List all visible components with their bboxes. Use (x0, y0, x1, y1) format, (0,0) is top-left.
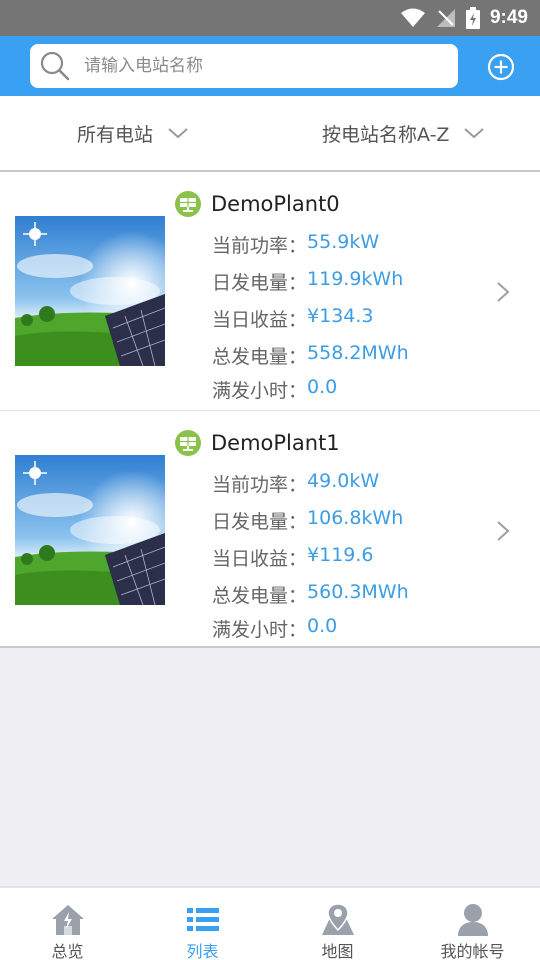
total-energy-label: 总发电量： (212, 585, 308, 607)
daily-energy-row: 日发电量： 106.8kWh (212, 507, 403, 534)
wifi-icon (400, 8, 425, 27)
nav-account[interactable]: 我的帐号 (405, 888, 540, 960)
current-power-row: 当前功率： 55.9kW (212, 231, 379, 258)
filter-sort-label: 按电站名称A-Z (322, 123, 450, 146)
daily-income-row: 当日收益： ¥119.6 (212, 544, 374, 571)
daily-energy-label: 日发电量： (212, 511, 308, 533)
home-icon (51, 905, 84, 935)
full-hours-label: 满发小时： (212, 380, 308, 402)
solar-panel-icon (175, 191, 201, 217)
daily-income-label: 当日收益： (212, 548, 308, 570)
bottom-nav: 总览 列表 地图 我的帐号 (0, 886, 540, 960)
current-power-value: 49.0kW (307, 470, 380, 492)
battery-icon (465, 7, 480, 29)
nav-map[interactable]: 地图 (270, 888, 405, 960)
nav-list-label: 列表 (186, 942, 219, 960)
nav-account-label: 我的帐号 (440, 942, 505, 960)
add-plant-button[interactable] (486, 52, 516, 82)
plant-title: DemoPlant0 (174, 190, 340, 218)
total-energy-label: 总发电量： (212, 346, 308, 368)
chevron-down-icon (168, 128, 188, 139)
signal-icon (436, 9, 455, 27)
nav-overview-label: 总览 (51, 942, 84, 960)
plant-list-item[interactable]: DemoPlant1 当前功率： 49.0kW 日发电量： 106.8kWh 当… (0, 410, 540, 648)
daily-income-value: ¥134.3 (307, 305, 374, 327)
current-power-row: 当前功率： 49.0kW (212, 470, 379, 497)
status-bar: 9:49 (0, 0, 540, 36)
nav-map-label: 地图 (321, 942, 354, 960)
daily-income-row: 当日收益： ¥134.3 (212, 305, 374, 332)
daily-income-value: ¥119.6 (307, 544, 374, 566)
full-hours-row: 满发小时： 0.0 (212, 615, 337, 642)
daily-income-label: 当日收益： (212, 309, 308, 331)
total-energy-value: 558.2MWh (307, 342, 409, 364)
nav-list[interactable]: 列表 (135, 888, 270, 960)
map-pin-icon (321, 903, 354, 935)
daily-energy-value: 106.8kWh (307, 507, 404, 529)
full-hours-value: 0.0 (307, 376, 338, 398)
solar-panel-icon (175, 430, 201, 456)
plant-title: DemoPlant1 (174, 429, 340, 457)
search-icon (40, 51, 70, 81)
current-power-label: 当前功率： (212, 235, 308, 257)
daily-energy-label: 日发电量： (212, 272, 308, 294)
filter-all-plants[interactable]: 所有电站 (77, 96, 189, 170)
plant-list: DemoPlant0 当前功率： 55.9kW 日发电量： 119.9kWh 当… (0, 172, 540, 648)
search-input[interactable] (84, 56, 434, 76)
plant-list-item[interactable]: DemoPlant0 当前功率： 55.9kW 日发电量： 119.9kWh 当… (0, 172, 540, 410)
full-hours-label: 满发小时： (212, 619, 308, 641)
total-energy-value: 560.3MWh (307, 581, 409, 603)
chevron-right-icon (497, 282, 510, 302)
current-power-label: 当前功率： (212, 474, 308, 496)
chevron-right-icon (497, 521, 510, 541)
filter-sort[interactable]: 按电站名称A-Z (322, 96, 485, 170)
daily-energy-value: 119.9kWh (307, 268, 404, 290)
status-time: 9:49 (489, 7, 528, 28)
full-hours-row: 满发小时： 0.0 (212, 376, 337, 403)
full-hours-value: 0.0 (307, 615, 338, 637)
chevron-down-icon (464, 128, 485, 139)
search-box[interactable] (30, 44, 458, 88)
filter-all-label: 所有电站 (77, 123, 154, 146)
user-icon (457, 904, 488, 936)
total-energy-row: 总发电量： 558.2MWh (212, 342, 409, 369)
list-icon (186, 908, 219, 931)
plant-photo (15, 216, 165, 366)
plant-name: DemoPlant0 (211, 192, 340, 216)
daily-energy-row: 日发电量： 119.9kWh (212, 268, 403, 295)
plant-name: DemoPlant1 (211, 431, 340, 455)
filter-bar: 所有电站 按电站名称A-Z (0, 96, 540, 172)
total-energy-row: 总发电量： 560.3MWh (212, 581, 409, 608)
nav-overview[interactable]: 总览 (0, 888, 135, 960)
current-power-value: 55.9kW (307, 231, 380, 253)
header (0, 36, 540, 96)
plant-photo (15, 455, 165, 605)
